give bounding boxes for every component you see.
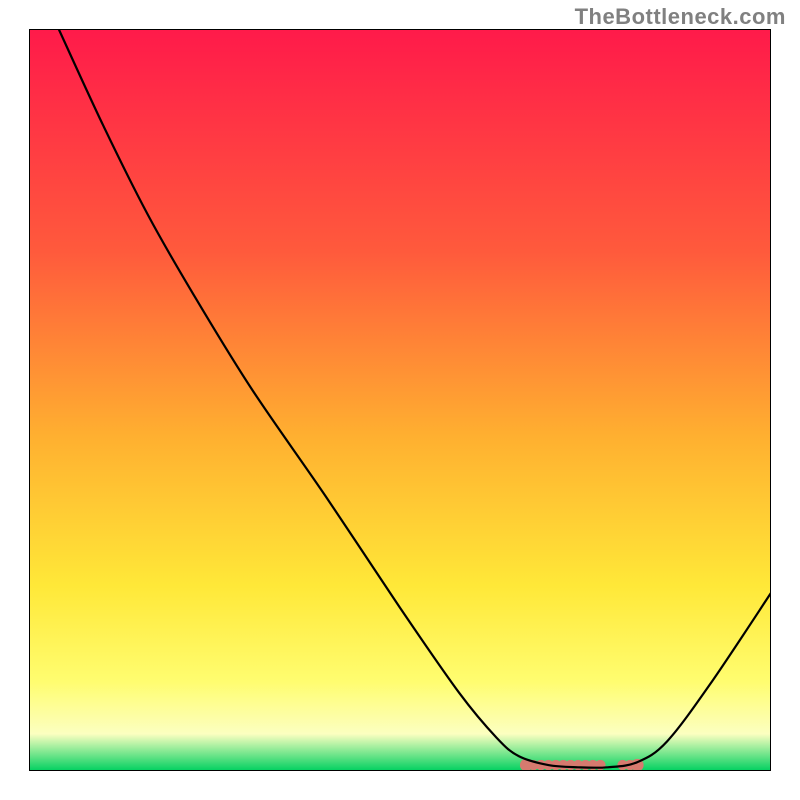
chart-plot-area — [29, 29, 771, 771]
chart-svg — [29, 29, 771, 771]
gradient-background — [29, 29, 771, 771]
attribution-text: TheBottleneck.com — [575, 4, 786, 30]
